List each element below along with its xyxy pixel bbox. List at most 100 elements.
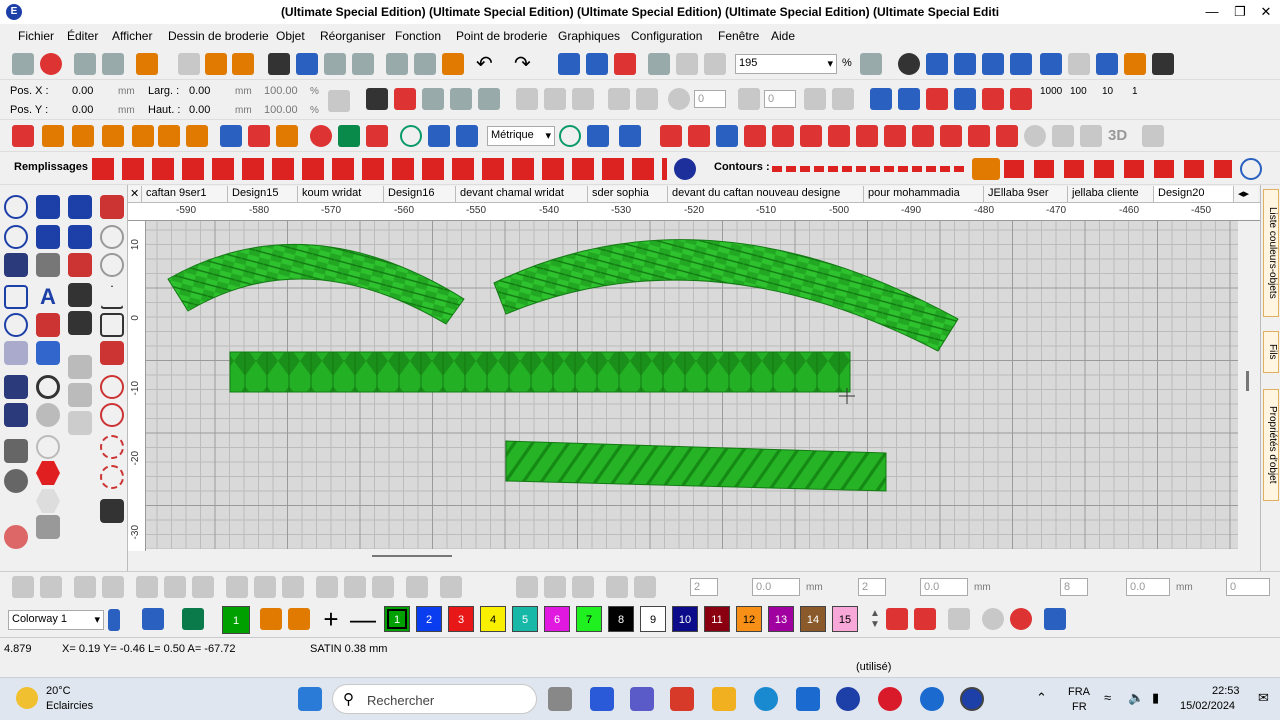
- reshape-icon[interactable]: [804, 88, 826, 110]
- menu-afficher[interactable]: Afficher: [112, 29, 152, 43]
- lines2-icon[interactable]: [968, 125, 990, 147]
- align-center-icon[interactable]: [254, 576, 276, 598]
- paste-icon[interactable]: [442, 53, 464, 75]
- mountain-icon[interactable]: [800, 125, 822, 147]
- branch-icon[interactable]: [164, 576, 186, 598]
- tool-gray3-icon[interactable]: [68, 411, 92, 435]
- zigzag-icon[interactable]: [394, 88, 416, 110]
- menu-point[interactable]: Point de broderie: [456, 29, 547, 43]
- steps-icon[interactable]: [450, 88, 472, 110]
- new-file-icon[interactable]: [178, 53, 200, 75]
- menu-reorganiser[interactable]: Réorganiser: [320, 29, 385, 43]
- width-field[interactable]: 0.00: [189, 85, 210, 97]
- fill-tool-icon[interactable]: [36, 253, 60, 277]
- hoop-icon[interactable]: [648, 53, 670, 75]
- color-picker-icon[interactable]: [68, 253, 92, 277]
- lasso-icon[interactable]: [68, 225, 92, 249]
- align-icon[interactable]: [366, 88, 388, 110]
- start-icon[interactable]: [298, 687, 322, 711]
- tab-fils[interactable]: Fils: [1263, 331, 1279, 373]
- polygon-tool-icon[interactable]: [100, 313, 124, 337]
- arrows-icon[interactable]: [186, 125, 208, 147]
- thread-chart2-icon[interactable]: [914, 608, 936, 630]
- wave-icon[interactable]: [716, 125, 738, 147]
- lang-primary[interactable]: FRA: [1068, 686, 1090, 698]
- color-swatch-11[interactable]: 11: [704, 606, 730, 632]
- motif2-icon[interactable]: [132, 125, 154, 147]
- pattern-icon[interactable]: [1152, 53, 1174, 75]
- select-arrow2-icon[interactable]: [36, 225, 60, 249]
- curve-icon[interactable]: [587, 125, 609, 147]
- lock-proportions-icon[interactable]: [328, 90, 350, 112]
- touch-icon[interactable]: [102, 53, 124, 75]
- office-icon[interactable]: [670, 687, 694, 711]
- leaf-icon[interactable]: [772, 125, 794, 147]
- rotate-field[interactable]: 0: [694, 90, 726, 108]
- cut-icon[interactable]: [386, 53, 408, 75]
- stitch-player-icon[interactable]: [558, 53, 580, 75]
- menu-fichier[interactable]: Fichier: [18, 29, 54, 43]
- tree-icon[interactable]: [1052, 125, 1074, 147]
- contour-selected-icon[interactable]: [972, 158, 1000, 180]
- home-icon[interactable]: [12, 53, 34, 75]
- scale-w-field[interactable]: 100.00: [264, 85, 298, 97]
- triangle-tool-icon[interactable]: [100, 285, 124, 309]
- dashed-circle-icon[interactable]: [100, 435, 124, 459]
- tab-liste-couleurs[interactable]: Liste couleurs-objets: [1263, 189, 1279, 317]
- task-view-icon[interactable]: [548, 687, 572, 711]
- vertical-scroll-thumb[interactable]: [1246, 371, 1249, 391]
- tab-caftan-9ser1[interactable]: caftan 9ser1: [142, 186, 228, 202]
- skew2-icon[interactable]: [636, 88, 658, 110]
- tree2-icon[interactable]: [1080, 125, 1102, 147]
- contour-pattern2-icons[interactable]: [1004, 160, 1232, 178]
- palette-bars-icon[interactable]: [108, 609, 120, 631]
- align-top-icon[interactable]: [316, 576, 338, 598]
- distribute2-icon[interactable]: [898, 88, 920, 110]
- distribute-h-icon[interactable]: [440, 576, 462, 598]
- circle-red2-icon[interactable]: [100, 403, 124, 427]
- tab-design16[interactable]: Design16: [384, 186, 456, 202]
- paint-bucket-icon[interactable]: [288, 608, 310, 630]
- color-swatch-1[interactable]: 1: [384, 606, 410, 632]
- redo-icon[interactable]: ↷: [514, 53, 536, 75]
- tab-devant-chamal-wridat[interactable]: devant chamal wridat: [456, 186, 588, 202]
- embroidery-app-active-icon[interactable]: [960, 687, 984, 711]
- battery-icon[interactable]: ▮: [1152, 690, 1159, 706]
- menu-configuration[interactable]: Configuration: [631, 29, 702, 43]
- colorway-grid-icon[interactable]: [142, 608, 164, 630]
- hoop-green-icon[interactable]: [400, 125, 422, 147]
- export-icon[interactable]: [296, 53, 318, 75]
- fork-icon[interactable]: [158, 125, 180, 147]
- transform-icon[interactable]: [572, 88, 594, 110]
- lines-icon[interactable]: [940, 125, 962, 147]
- contour-pattern-icons[interactable]: [772, 166, 968, 172]
- zig-icon[interactable]: [856, 125, 878, 147]
- unlock-icon[interactable]: [102, 576, 124, 598]
- monogram-icon[interactable]: [36, 341, 60, 365]
- zigzag-bar-shape[interactable]: [229, 351, 851, 393]
- mirror-h-icon[interactable]: [516, 88, 538, 110]
- tab-scroll-icon[interactable]: ◂▸: [1234, 186, 1258, 202]
- hoop2-icon[interactable]: [676, 53, 698, 75]
- flip-v-icon[interactable]: [544, 576, 566, 598]
- mirror-tool-icon[interactable]: [606, 576, 628, 598]
- dashed-circle2-icon[interactable]: [100, 465, 124, 489]
- units-select[interactable]: Métrique ▾: [487, 126, 555, 146]
- notification-icon[interactable]: ✉: [1258, 690, 1269, 706]
- print-icon[interactable]: [324, 53, 346, 75]
- count-100-icon[interactable]: 100: [1070, 86, 1087, 97]
- color-swatch-8[interactable]: 8: [608, 606, 634, 632]
- zoom-select[interactable]: 195 ▾: [735, 54, 837, 74]
- open-folder-icon[interactable]: [205, 53, 227, 75]
- pinterest-icon[interactable]: [878, 687, 902, 711]
- minimize-icon[interactable]: —: [1198, 2, 1226, 22]
- lock-icon[interactable]: [74, 576, 96, 598]
- text-tool-icon[interactable]: A: [36, 285, 60, 309]
- slant-field[interactable]: 0: [764, 90, 796, 108]
- heart-icon[interactable]: [4, 341, 28, 365]
- measure-icon[interactable]: [559, 125, 581, 147]
- tool-gray1-icon[interactable]: [68, 355, 92, 379]
- tatami-icon[interactable]: [72, 125, 94, 147]
- select-all-icon[interactable]: [136, 576, 158, 598]
- rotate-node-icon[interactable]: [4, 225, 28, 249]
